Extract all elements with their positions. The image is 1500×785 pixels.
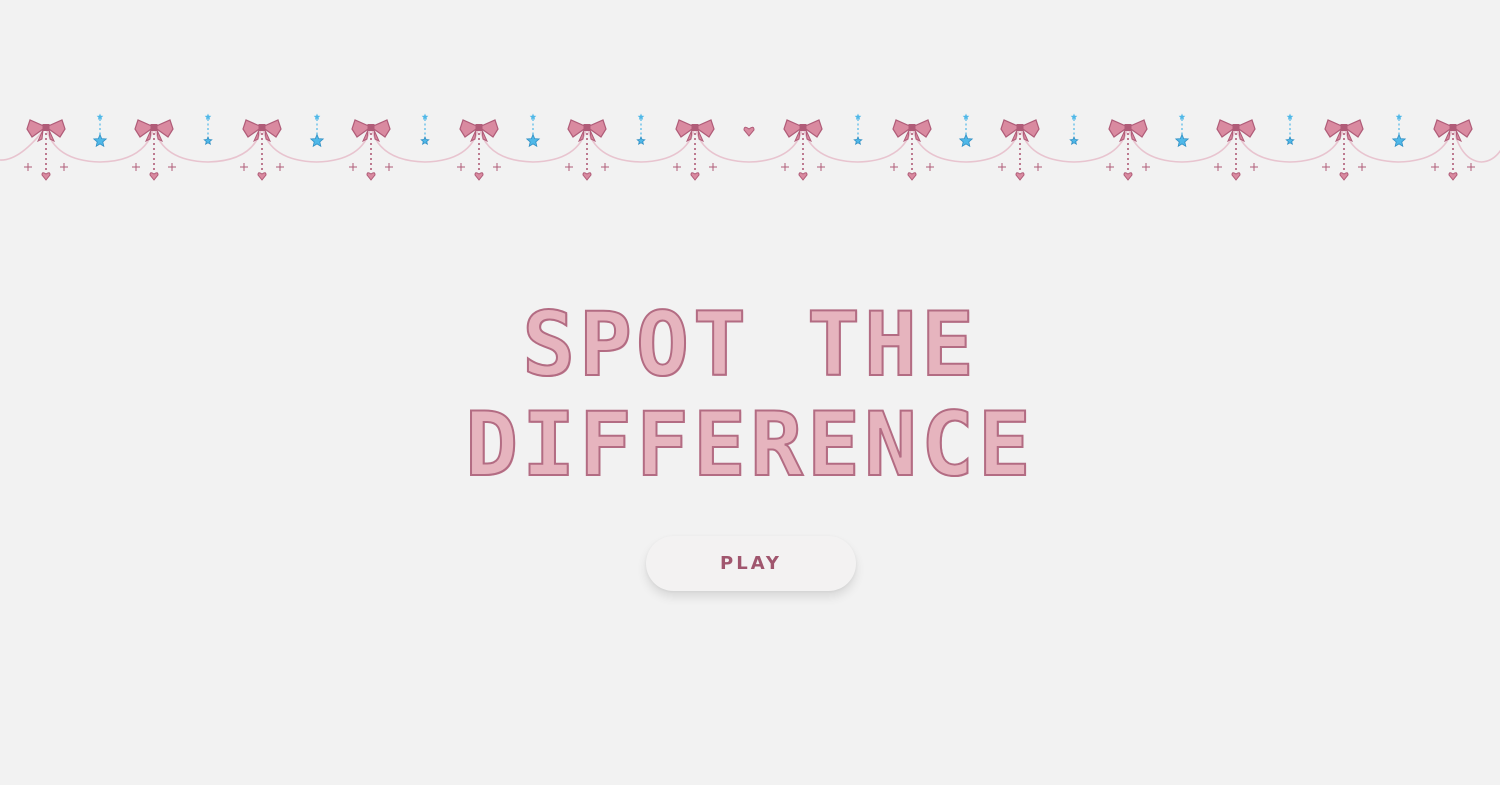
title-line-1: SPOT THE bbox=[521, 293, 978, 396]
sparkle-icon bbox=[890, 163, 898, 171]
sparkle-icon bbox=[60, 163, 68, 171]
blue-star-icon bbox=[92, 133, 108, 148]
sparkle-icon bbox=[1034, 163, 1042, 171]
sparkle-icon bbox=[709, 163, 717, 171]
ribbon-garland-decoration bbox=[0, 113, 1500, 181]
blue-star-icon bbox=[313, 113, 321, 120]
sparkle-icon bbox=[1322, 163, 1330, 171]
sparkle-icon bbox=[817, 163, 825, 171]
sparkle-icon bbox=[1358, 163, 1366, 171]
sparkle-icon bbox=[781, 163, 789, 171]
blue-star-icon bbox=[1285, 136, 1295, 146]
sparkle-icon bbox=[276, 163, 284, 171]
blue-star-icon bbox=[1178, 113, 1186, 120]
sparkle-icon bbox=[1467, 163, 1475, 171]
sparkle-icon bbox=[132, 163, 140, 171]
blue-star-icon bbox=[96, 113, 104, 120]
sparkle-icon bbox=[168, 163, 176, 171]
pink-heart-icon bbox=[743, 126, 755, 137]
blue-star-icon bbox=[958, 133, 974, 148]
blue-star-icon bbox=[637, 113, 645, 120]
sparkle-icon bbox=[565, 163, 573, 171]
title-screen: SPOT THE DIFFERENCE PLAY bbox=[0, 0, 1500, 785]
sparkle-icon bbox=[1106, 163, 1114, 171]
blue-star-icon bbox=[203, 136, 213, 146]
blue-star-icon bbox=[1286, 113, 1294, 120]
sparkle-icon bbox=[24, 163, 32, 171]
blue-star-icon bbox=[1069, 136, 1079, 146]
sparkle-icon bbox=[493, 163, 501, 171]
blue-star-icon bbox=[853, 136, 863, 146]
sparkle-icon bbox=[240, 163, 248, 171]
play-button[interactable]: PLAY bbox=[646, 536, 856, 591]
sparkle-icon bbox=[349, 163, 357, 171]
sparkle-icon bbox=[601, 163, 609, 171]
blue-star-icon bbox=[204, 113, 212, 120]
blue-star-icon bbox=[1395, 113, 1403, 120]
blue-star-icon bbox=[421, 113, 429, 120]
sparkle-icon bbox=[1250, 163, 1258, 171]
game-title: SPOT THE DIFFERENCE bbox=[0, 293, 1500, 496]
sparkle-icon bbox=[926, 163, 934, 171]
blue-star-icon bbox=[1391, 133, 1407, 148]
sparkle-icon bbox=[998, 163, 1006, 171]
title-line-2: DIFFERENCE bbox=[464, 393, 1035, 496]
blue-star-icon bbox=[962, 113, 970, 120]
blue-star-icon bbox=[525, 133, 541, 148]
blue-star-icon bbox=[529, 113, 537, 120]
sparkle-icon bbox=[1214, 163, 1222, 171]
sparkle-icon bbox=[457, 163, 465, 171]
blue-star-icon bbox=[854, 113, 862, 120]
blue-star-icon bbox=[420, 136, 430, 146]
sparkle-icon bbox=[385, 163, 393, 171]
sparkle-icon bbox=[673, 163, 681, 171]
blue-star-icon bbox=[1174, 133, 1190, 148]
blue-star-icon bbox=[309, 133, 325, 148]
sparkle-icon bbox=[1431, 163, 1439, 171]
blue-star-icon bbox=[1070, 113, 1078, 120]
blue-star-icon bbox=[636, 136, 646, 146]
sparkle-icon bbox=[1142, 163, 1150, 171]
